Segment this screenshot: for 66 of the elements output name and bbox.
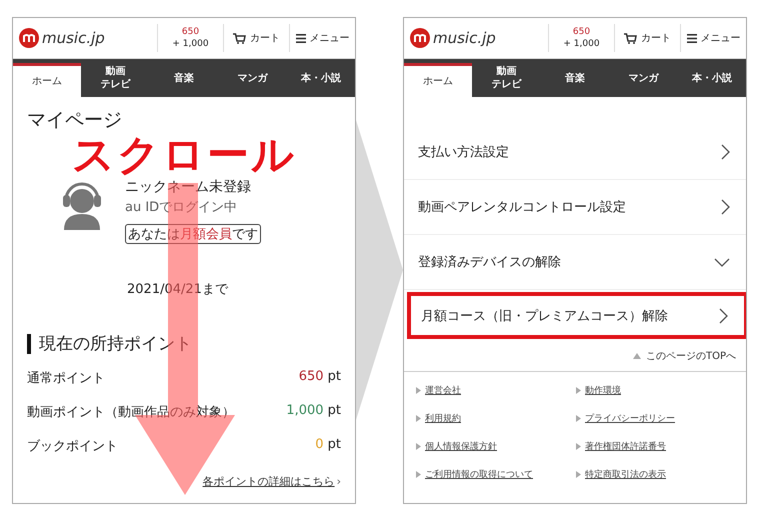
footer-link[interactable]: 運営会社: [416, 384, 576, 397]
nav-tab[interactable]: 動画 テレビ: [81, 59, 150, 97]
point-label: ブックポイント: [27, 438, 118, 456]
footer-link[interactable]: 個人情報保護方針: [416, 440, 576, 453]
nav-tab[interactable]: マンガ: [218, 59, 287, 97]
point-value: 650 pt: [298, 369, 341, 386]
page-top-link[interactable]: このページのTOPへ: [632, 349, 736, 363]
points-button[interactable]: 650 + 1,000: [157, 24, 223, 52]
annotation-text: スクロール: [72, 134, 296, 176]
menu-icon: [686, 34, 696, 42]
nickname: ニックネーム未登録: [125, 178, 252, 196]
nav-tab[interactable]: ホーム: [13, 63, 82, 97]
page-title: マイページ: [27, 109, 123, 131]
cart-icon: [233, 32, 246, 44]
menu-button[interactable]: メニュー: [680, 24, 746, 52]
footer-link[interactable]: 特定商取引法の表示: [576, 468, 734, 481]
nav-tab[interactable]: ホーム: [404, 63, 472, 97]
link-arrow: ›: [336, 475, 341, 488]
logo-icon: [410, 28, 430, 48]
menu-button[interactable]: メニュー: [289, 24, 355, 52]
triangle-right-icon: [576, 471, 581, 478]
menu-item[interactable]: 月額コース（旧・プレミアムコース）解除: [407, 292, 746, 339]
point-label: 通常ポイント: [27, 370, 105, 388]
point-label: 動画ポイント（動画作品のみ対象）: [27, 404, 235, 422]
nav-tab[interactable]: 音楽: [150, 59, 218, 97]
chevron-right-icon: [721, 144, 730, 160]
triangle-right-icon: [576, 387, 581, 394]
cart-button[interactable]: カート: [614, 24, 680, 52]
nav-tab[interactable]: マンガ: [609, 59, 678, 97]
details-link[interactable]: 各ポイントの詳細はこちら: [202, 474, 335, 489]
cart-button[interactable]: カート: [223, 24, 289, 52]
triangle-right-icon: [416, 415, 421, 422]
triangle-right-icon: [416, 443, 421, 450]
logo[interactable]: music.jp: [13, 18, 157, 58]
menu-item[interactable]: 動画ペアレンタルコントロール設定: [404, 180, 746, 235]
chevron-down-icon: [714, 258, 730, 266]
footer-link[interactable]: 著作権団体許諾番号: [576, 440, 734, 453]
nav-tab[interactable]: 動画 テレビ: [472, 59, 541, 97]
menu-item[interactable]: 支払い方法設定: [404, 125, 746, 180]
nav-tab[interactable]: 音楽: [540, 59, 610, 97]
point-value: 0 pt: [315, 437, 341, 454]
expiry-date: 2021/04/21まで: [127, 281, 230, 298]
logo-text: music.jp: [42, 29, 105, 47]
logo[interactable]: music.jp: [404, 18, 548, 58]
triangle-right-icon: [416, 471, 421, 478]
triangle-right-icon: [576, 443, 581, 450]
logo-icon: [19, 28, 39, 48]
footer-link[interactable]: 利用規約: [416, 412, 576, 425]
chevron-right-icon: [719, 308, 728, 324]
point-value: 1,000 pt: [286, 403, 341, 420]
triangle-right-icon: [416, 387, 421, 394]
triangle-up-icon: [632, 353, 641, 359]
member-badge: あなたは月額会員です: [125, 224, 261, 244]
menu-icon: [296, 34, 306, 42]
cart-icon: [624, 32, 637, 44]
logo-text: music.jp: [433, 29, 496, 47]
footer-link[interactable]: 動作環境: [576, 384, 734, 397]
footer-link[interactable]: ご利用情報の取得について: [416, 468, 576, 481]
nav-tab[interactable]: 本・小説: [678, 59, 746, 97]
nav-tab[interactable]: 本・小説: [286, 59, 355, 97]
triangle-right-icon: [576, 415, 581, 422]
menu-item[interactable]: 登録済みデバイスの解除: [404, 235, 746, 290]
points-button[interactable]: 650 + 1,000: [548, 24, 614, 52]
chevron-right-icon: [721, 199, 730, 215]
footer-link[interactable]: プライバシーポリシー: [576, 412, 734, 425]
section-heading: 現在の所持ポイント: [27, 334, 341, 354]
